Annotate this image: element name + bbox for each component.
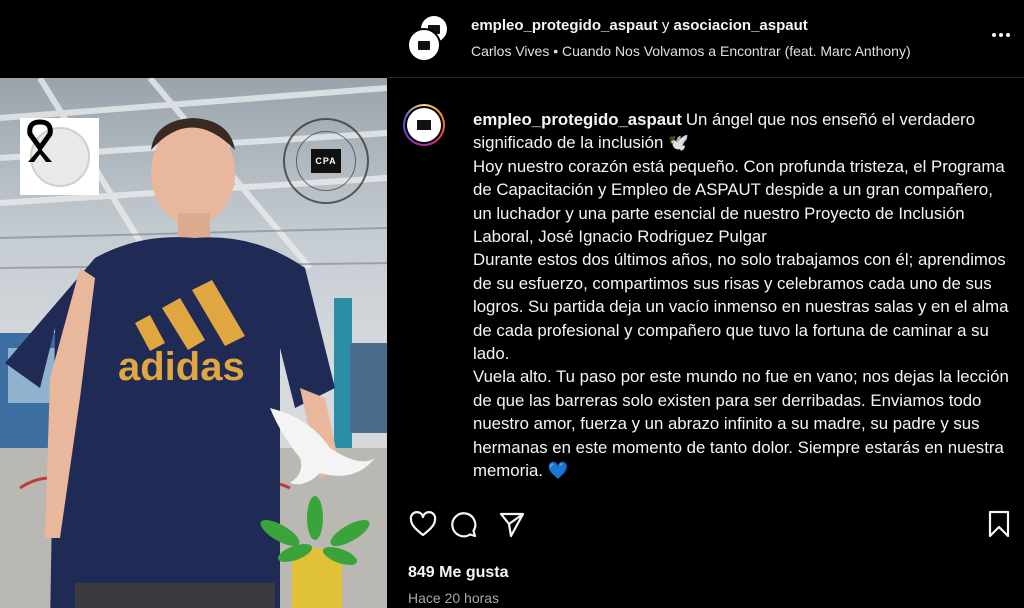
aspaut-stamp: CPA: [283, 118, 369, 204]
post-timestamp[interactable]: Hace 20 horas: [408, 590, 499, 606]
caption-line: Hoy nuestro corazón está pequeño. Con pr…: [473, 156, 1005, 247]
heart-icon: [409, 511, 437, 537]
action-bar: [407, 508, 1024, 540]
caption-line: Vuela alto. Tu paso por este mundo no fu…: [473, 367, 1009, 481]
collab-avatars[interactable]: [407, 14, 451, 62]
post-header: empleo_protegido_aspaut y asociacion_asp…: [387, 0, 1024, 78]
post-media[interactable]: adidas CPA: [0, 0, 387, 608]
account-link-secondary[interactable]: asociacion_aspaut: [674, 17, 808, 34]
account-joiner: y: [661, 17, 670, 34]
mourning-badge: [20, 118, 99, 195]
caption-line: Durante estos dos últimos años, no solo …: [473, 250, 1009, 364]
mourning-ribbon-icon: [27, 119, 53, 162]
shirt-logo-text: adidas: [118, 345, 245, 389]
post-photo: adidas CPA: [0, 78, 387, 608]
save-button[interactable]: [983, 508, 1015, 540]
header-accounts: empleo_protegido_aspaut y asociacion_asp…: [471, 17, 808, 34]
like-button[interactable]: [407, 508, 439, 540]
caption-avatar[interactable]: [403, 104, 445, 146]
more-options-icon: [992, 33, 1010, 37]
more-options-button[interactable]: [988, 22, 1014, 48]
caption-text: empleo_protegido_aspaut Un ángel que nos …: [473, 108, 1013, 483]
likes-count[interactable]: 849 Me gusta: [408, 564, 508, 582]
music-attribution[interactable]: Carlos Vives • Cuando Nos Volvamos a Enc…: [471, 43, 911, 59]
account-link-primary[interactable]: empleo_protegido_aspaut: [471, 17, 658, 34]
bookmark-icon: [988, 510, 1010, 538]
stamp-logo: CPA: [311, 149, 341, 173]
share-icon: [499, 512, 525, 538]
caption-username[interactable]: empleo_protegido_aspaut: [473, 110, 682, 129]
post-panel: empleo_protegido_aspaut y asociacion_asp…: [387, 0, 1024, 608]
comment-button[interactable]: [447, 508, 479, 540]
share-button[interactable]: [496, 508, 528, 540]
comment-icon: [451, 512, 477, 538]
avatar[interactable]: [407, 28, 441, 62]
